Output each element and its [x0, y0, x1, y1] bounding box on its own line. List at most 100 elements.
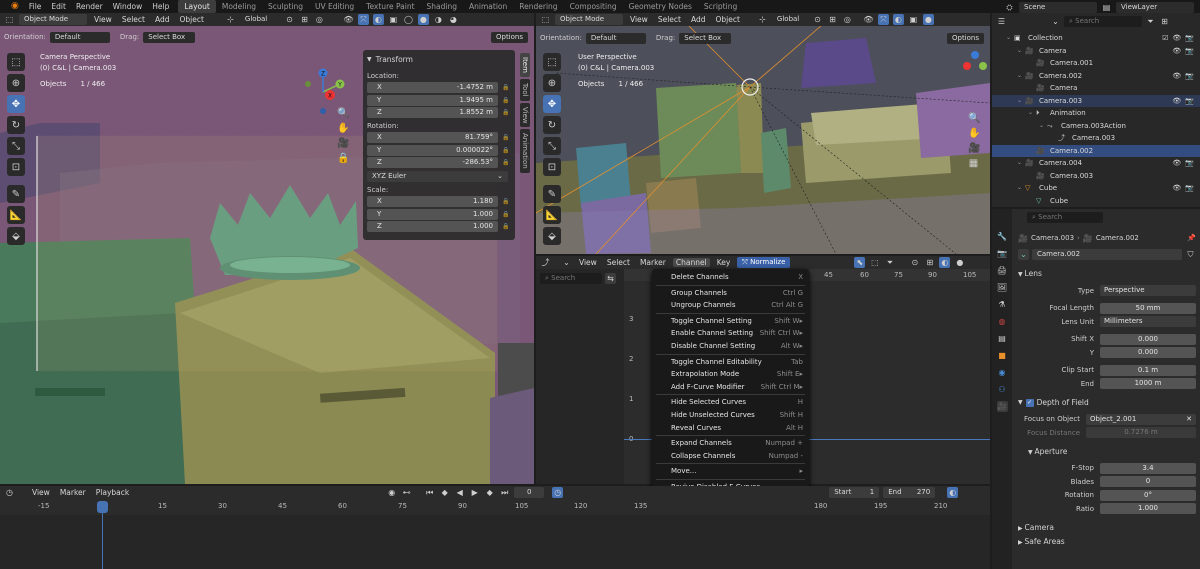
- menu-item-delete-channels[interactable]: Delete Channels X: [652, 271, 809, 284]
- select-box-tool[interactable]: ⬚: [543, 53, 561, 71]
- visibility-eye-icon[interactable]: 👁: [1172, 45, 1181, 58]
- expand-arrow-icon[interactable]: ⌄: [1017, 70, 1025, 83]
- outliner-row[interactable]: 🎥 Camera.001: [992, 57, 1200, 70]
- focus-object-field[interactable]: Object_2.001 ✕: [1086, 413, 1196, 425]
- lock-icon[interactable]: 🔒: [501, 134, 511, 141]
- menu-edit[interactable]: Edit: [46, 0, 71, 13]
- menu-item-disable-channel-setting[interactable]: Disable Channel Setting Alt W▸: [652, 340, 809, 353]
- safe-areas-panel-header[interactable]: ▶ Safe Areas: [1018, 535, 1196, 549]
- pin-icon[interactable]: 📌: [1187, 234, 1196, 242]
- xray-icon[interactable]: ▣: [388, 14, 399, 25]
- filter-icon[interactable]: ⏷: [884, 257, 895, 268]
- outliner-row[interactable]: ⌄ ⏵ Animation: [992, 107, 1200, 120]
- outliner-row[interactable]: ⤴ Camera.003: [992, 132, 1200, 145]
- menu-item-group-channels[interactable]: Group Channels Ctrl G: [652, 287, 809, 300]
- options-dropdown[interactable]: Options: [946, 32, 984, 44]
- expand-arrow-icon[interactable]: ⌄: [1017, 45, 1025, 58]
- expand-arrow-icon[interactable]: ⌄: [1006, 32, 1014, 45]
- measure-tool[interactable]: 📐: [7, 206, 25, 224]
- rotation-mode-dropdown[interactable]: XYZ Euler ⌄: [367, 171, 508, 182]
- world-tab-icon[interactable]: ◍: [997, 316, 1008, 327]
- location-x-field[interactable]: X -1.4752 m: [367, 82, 498, 93]
- render-camera-icon[interactable]: 📷: [1185, 182, 1194, 195]
- graph-key-menu[interactable]: Key: [714, 258, 734, 267]
- view-menu[interactable]: View: [91, 15, 115, 24]
- blades-field[interactable]: 0: [1100, 476, 1196, 488]
- shading-solid-icon[interactable]: ●: [417, 14, 429, 25]
- properties-search[interactable]: ⌕ Search: [1027, 212, 1103, 223]
- graph-select-menu[interactable]: Select: [604, 258, 633, 267]
- annotate-tool[interactable]: ✎: [543, 185, 561, 203]
- menu-item-expand-channels[interactable]: Expand Channels Numpad +: [652, 437, 809, 450]
- transform-orientation[interactable]: Global: [239, 14, 280, 25]
- annotate-tool[interactable]: ✎: [7, 185, 25, 203]
- timeline-marker-menu[interactable]: Marker: [57, 488, 89, 497]
- transform-tool[interactable]: ⊡: [7, 158, 25, 176]
- swap-icon[interactable]: ⇆: [605, 273, 616, 284]
- tab-rendering[interactable]: Rendering: [513, 0, 563, 13]
- outliner-row[interactable]: ⌄ 🎥 Camera.003 👁 📷: [992, 94, 1200, 107]
- graph-marker-menu[interactable]: Marker: [637, 258, 669, 267]
- timeline[interactable]: ◷ View Marker Playback ◉ ⊷ ⏮ ◆ ◀ ▶ ◆ ⏭ 0…: [0, 486, 990, 569]
- proportional-icon[interactable]: ◎: [842, 14, 853, 25]
- orientation-dropdown[interactable]: Default: [585, 32, 646, 44]
- menu-item-ungroup-channels[interactable]: Ungroup Channels Ctrl Alt G: [652, 299, 809, 312]
- tab-shading[interactable]: Shading: [421, 0, 463, 13]
- tab-tool[interactable]: Tool: [520, 78, 530, 101]
- keying-icon[interactable]: ⊷: [401, 487, 412, 498]
- filter-mode-icon[interactable]: ⌄: [1050, 16, 1061, 27]
- cursor-tool[interactable]: ⊕: [7, 74, 25, 92]
- normalize-toggle[interactable]: ⤲ Normalize: [737, 257, 791, 268]
- graph-channel-menu[interactable]: Channel: [672, 258, 710, 267]
- add-menu[interactable]: Add: [688, 15, 709, 24]
- select-box-tool[interactable]: ⬚: [7, 53, 25, 71]
- clear-icon[interactable]: ✕: [1186, 414, 1192, 425]
- rotate-tool[interactable]: ↻: [7, 116, 25, 134]
- rotation-y-field[interactable]: Y 0.000022°: [367, 144, 498, 156]
- menu-item-add-f-curve-modifier[interactable]: Add F-Curve Modifier Shift Ctrl M▸: [652, 381, 809, 394]
- datablock-name-field[interactable]: Camera.002: [1032, 248, 1182, 260]
- focal-length-field[interactable]: 50 mm: [1100, 302, 1196, 314]
- outliner-row[interactable]: ⌄ 🎥 Camera 👁 📷: [992, 45, 1200, 58]
- mode-dropdown-icon[interactable]: ⌄: [561, 257, 572, 268]
- shading-render-icon[interactable]: ◕: [448, 14, 459, 25]
- select-menu[interactable]: Select: [119, 15, 148, 24]
- menu-render[interactable]: Render: [71, 0, 108, 13]
- auto-key-icon[interactable]: ◉: [386, 487, 397, 498]
- tab-uv-editing[interactable]: UV Editing: [309, 0, 360, 13]
- playhead[interactable]: [97, 501, 108, 513]
- left-viewport[interactable]: ⬚ Object Mode View Select Add Object ⊹ G…: [0, 13, 534, 484]
- options-dropdown[interactable]: Options: [490, 31, 528, 43]
- timeline-playback-menu[interactable]: Playback: [93, 488, 132, 497]
- menu-item-hide-unselected-curves[interactable]: Hide Unselected Curves Shift H: [652, 409, 809, 422]
- lens-panel-header[interactable]: ▼ Lens: [1018, 267, 1196, 281]
- tab-animation-side[interactable]: Animation: [520, 129, 530, 173]
- lock-camera-icon[interactable]: 🔒: [337, 153, 349, 164]
- move-tool[interactable]: ✥: [543, 95, 561, 113]
- transform-tool[interactable]: ⊡: [543, 158, 561, 176]
- outliner-row[interactable]: ▽ Cube: [992, 195, 1200, 208]
- editor-type-icon[interactable]: ⬚: [4, 14, 15, 25]
- start-field[interactable]: Start 1: [829, 486, 880, 498]
- aperture-rotation-field[interactable]: 0°: [1100, 489, 1196, 501]
- select-menu[interactable]: Select: [655, 15, 684, 24]
- visibility-eye-icon[interactable]: 👁: [1172, 70, 1181, 83]
- shift-y-field[interactable]: 0.000: [1100, 347, 1196, 359]
- tab-modeling[interactable]: Modeling: [216, 0, 262, 13]
- render-tab-icon[interactable]: 📷: [997, 248, 1008, 259]
- tab-geometry-nodes[interactable]: Geometry Nodes: [623, 0, 698, 13]
- mode-select[interactable]: Object Mode: [19, 14, 87, 25]
- add-cube-tool[interactable]: ⬙: [543, 227, 561, 245]
- right-viewport[interactable]: ⬚ Object Mode View Select Add Object ⊹ G…: [536, 13, 990, 254]
- timeline-ruler[interactable]: -15 15 30 45 60 75 90 105 120 135 180 19…: [0, 502, 990, 514]
- location-y-field[interactable]: Y 1.9495 m: [367, 94, 498, 106]
- expand-arrow-icon[interactable]: ⌄: [1017, 182, 1025, 195]
- measure-tool[interactable]: 📐: [543, 206, 561, 224]
- type-dropdown[interactable]: Perspective: [1100, 285, 1196, 297]
- lock-icon[interactable]: 🔒: [501, 223, 511, 230]
- lock-icon[interactable]: 🔒: [501, 84, 511, 91]
- pan-hand-icon[interactable]: ✋: [337, 123, 349, 134]
- render-camera-icon[interactable]: 📷: [1185, 70, 1194, 83]
- datablock-browse-icon[interactable]: ⌄: [1018, 248, 1029, 260]
- scale-x-field[interactable]: X 1.180: [367, 196, 498, 207]
